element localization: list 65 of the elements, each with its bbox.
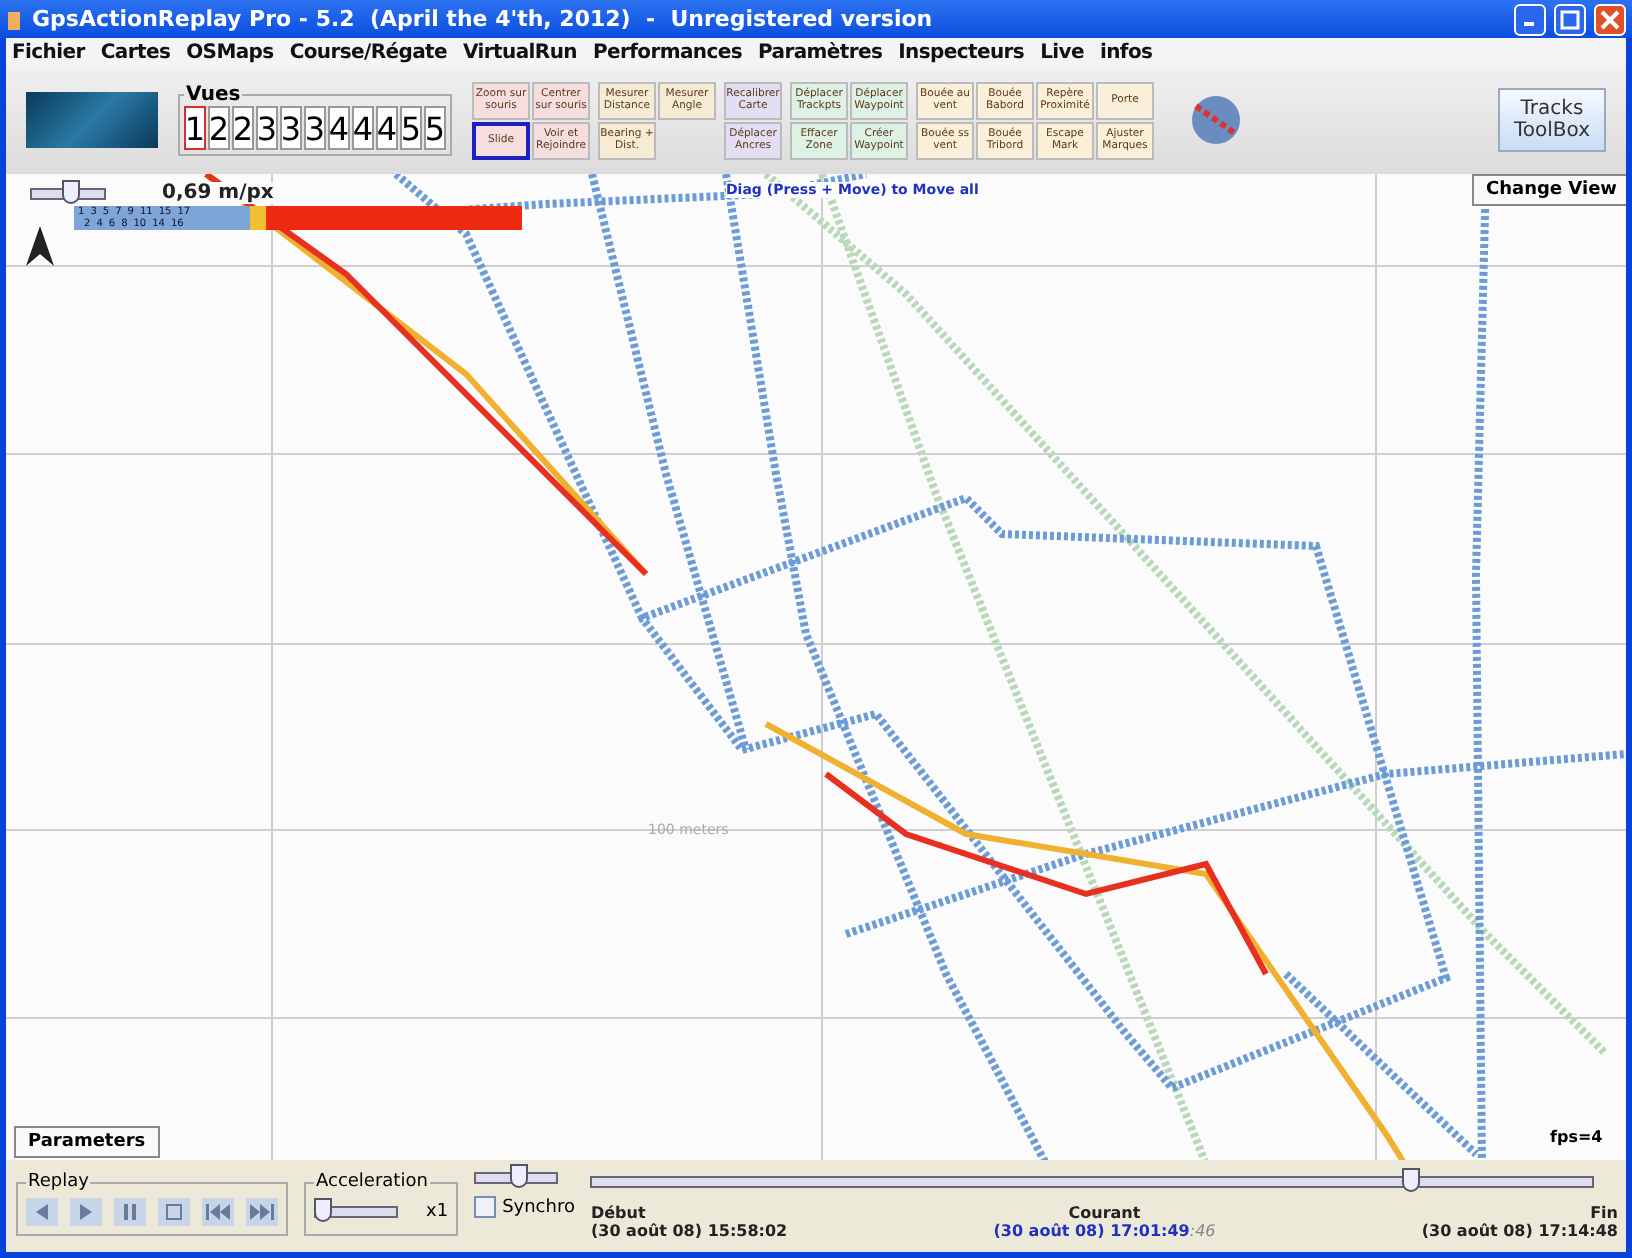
play-button[interactable] [70,1197,102,1225]
scale-reading: 0,69 m/px [162,182,274,204]
end-label: Fin [1590,1204,1618,1222]
fast-forward-button[interactable] [246,1197,278,1225]
end-time: (30 août 08) 17:14:48 [1421,1222,1618,1240]
menu-item[interactable]: Fichier [12,41,85,63]
acceleration-reading: x1 [426,1201,449,1221]
current-time: (30 août 08) 17:01:49 [993,1222,1190,1240]
north-arrow-icon [26,226,54,266]
menu-item[interactable]: Performances [592,41,742,63]
change-view-button[interactable]: Change View [1472,174,1626,206]
menu-item[interactable]: OSMaps [186,41,274,63]
back-button[interactable] [26,1197,58,1225]
view-tab[interactable]: 1 [184,106,206,150]
logo-image [26,92,158,148]
rewind-button[interactable] [202,1197,234,1225]
stop-icon [166,1203,182,1219]
menu-item[interactable]: Inspecteurs [898,41,1025,63]
rope-ball-icon [1190,94,1242,146]
current-label: Courant [1068,1204,1141,1222]
fps-reading: fps=4 [1548,1128,1605,1146]
app-icon [4,7,24,31]
maximize-button[interactable] [1554,3,1586,35]
toolbox-button[interactable]: Tracks ToolBox [1498,88,1606,152]
menu-item[interactable]: Cartes [100,41,171,63]
start-label: Début [590,1204,646,1222]
slider-thumb[interactable] [1402,1168,1421,1192]
checkbox[interactable] [474,1196,497,1218]
menu-item[interactable]: Live [1040,41,1084,63]
window-title: GpsActionReplay Pro - 5.2 (April the 4'th, 2012) - Unregistered version [32,6,935,32]
stop-button[interactable] [158,1197,190,1225]
slider-thumb[interactable] [510,1164,529,1188]
view-tab[interactable]: 2 [208,106,230,150]
menu-item[interactable]: VirtualRun [463,41,577,63]
skip-back-icon [206,1203,230,1219]
menu-item[interactable]: infos [1099,41,1153,63]
close-icon [1600,9,1620,29]
back-icon [36,1203,48,1219]
start-time: (30 août 08) 15:58:02 [590,1222,788,1240]
view-tab[interactable]: 5 [400,106,422,150]
view-tab[interactable]: 3 [280,106,302,150]
close-button[interactable] [1594,3,1626,35]
view-tab[interactable]: 4 [352,106,374,150]
parameters-button[interactable]: Parameters [14,1126,160,1158]
pause-button[interactable] [114,1197,146,1225]
pause-icon [124,1203,136,1219]
view-tab[interactable]: 3 [304,106,326,150]
slider-thumb[interactable] [61,179,80,203]
slider-thumb[interactable] [314,1197,332,1221]
group-label: Acceleration [314,1172,430,1192]
group-label: Vues [184,84,243,106]
view-tab[interactable]: 4 [376,106,398,150]
view-tab[interactable]: 3 [256,106,278,150]
view-tab[interactable]: 4 [328,106,350,150]
maximize-icon [1560,9,1580,29]
skip-forward-icon [250,1203,274,1219]
view-tab[interactable]: 5 [424,106,446,150]
current-fraction: :46 [1189,1222,1216,1240]
view-tab[interactable]: 2 [232,106,254,150]
play-icon [80,1203,92,1219]
menu-item[interactable]: Course/Régate [289,41,448,63]
synchro-checkbox[interactable]: Synchro [474,1196,575,1218]
menu-item[interactable]: Paramètres [758,41,883,63]
minimize-button[interactable] [1514,3,1546,35]
group-label: Replay [26,1172,91,1192]
